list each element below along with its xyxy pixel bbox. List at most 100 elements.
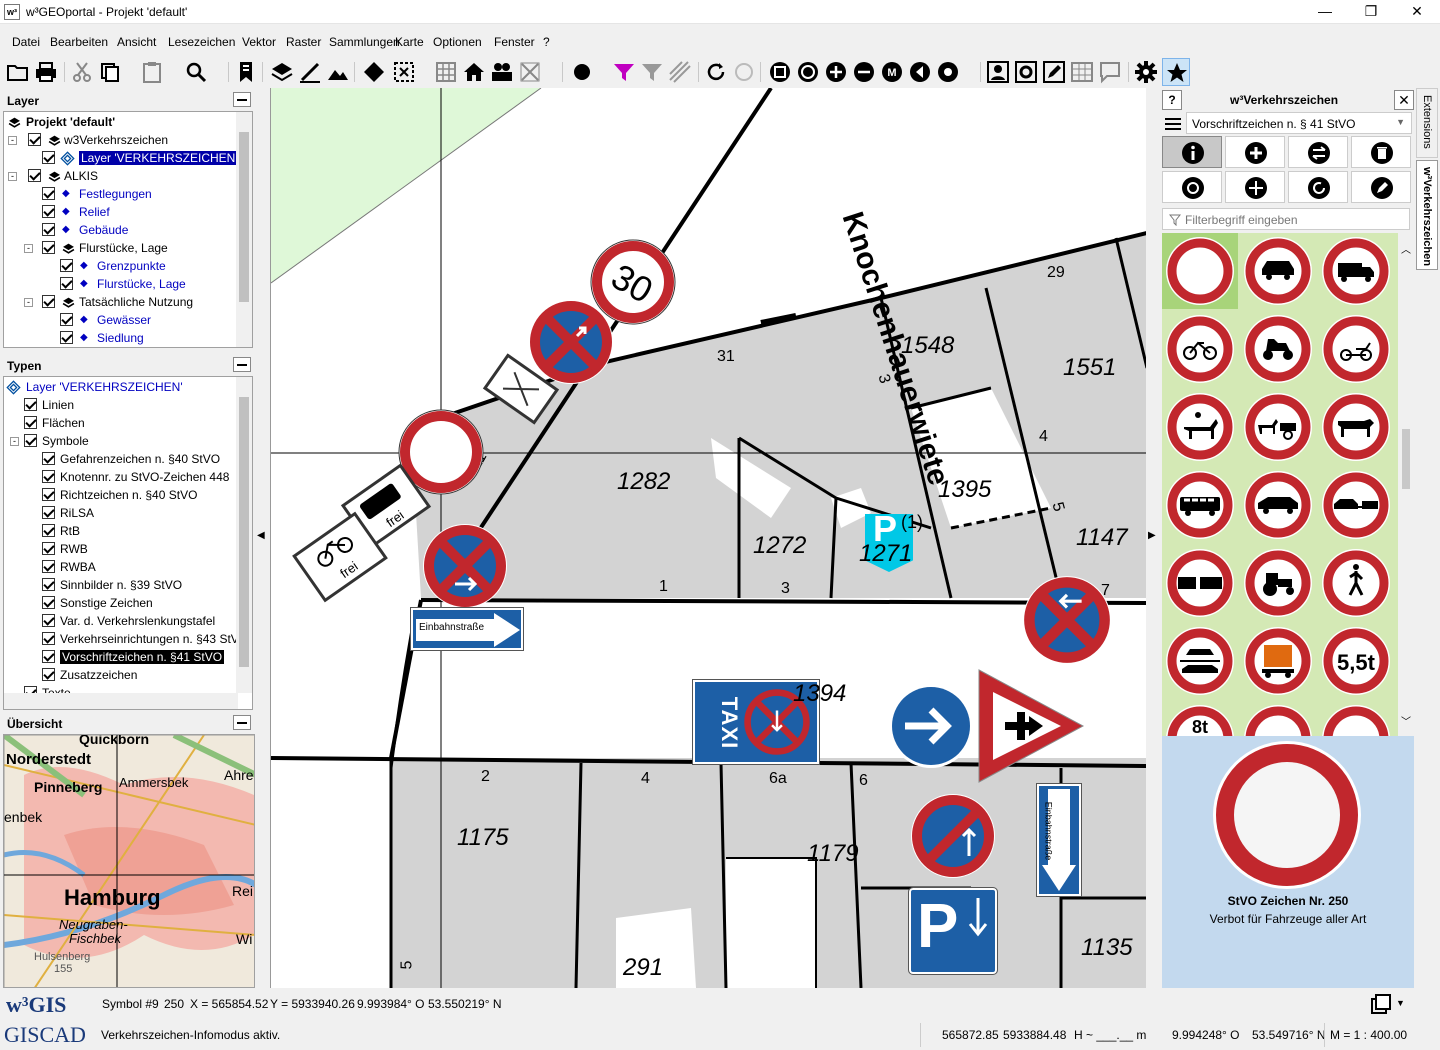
terrain-icon[interactable] (326, 60, 350, 84)
tab-w3verkehrszeichen[interactable]: w³Verkehrszeichen (1416, 160, 1438, 270)
info-mode-button[interactable] (1162, 136, 1222, 168)
sign-no-truck-trailers[interactable] (1164, 547, 1236, 619)
types-item-rilsa[interactable]: RiLSA (42, 504, 94, 522)
chevron-down-icon[interactable]: ▼ (1396, 998, 1405, 1008)
types-item-knotennr[interactable]: Knotennr. zu StVO-Zeichen 448 (42, 468, 229, 486)
search-icon[interactable] (184, 60, 208, 84)
sign-weight-limit-8t[interactable]: 8t (1164, 703, 1236, 736)
sign-no-trucks[interactable] (1320, 235, 1392, 307)
swap-button[interactable] (1288, 136, 1348, 168)
person-icon[interactable] (986, 60, 1010, 84)
no-trucks-symbol-sign[interactable] (476, 344, 566, 434)
one-way-vertical-sign[interactable]: Einbahnstraße (1036, 783, 1082, 897)
back-icon[interactable] (908, 60, 932, 84)
tree-item-grenzpunkte[interactable]: ◆ Grenzpunkte (60, 257, 166, 275)
menu-help[interactable]: ? (543, 35, 550, 49)
tree-item-alkis[interactable]: - ALKIS (8, 167, 98, 185)
layer-panel-minimize-button[interactable] (233, 92, 251, 107)
add-sign-button[interactable] (1225, 136, 1285, 168)
table-icon[interactable] (1070, 60, 1094, 84)
vector-diamond-icon[interactable] (362, 60, 386, 84)
copy-icon[interactable] (98, 60, 122, 84)
types-item-sonstige[interactable]: Sonstige Zeichen (42, 594, 153, 612)
tree-item-layer-verkehrszeichen[interactable]: Layer 'VERKEHRSZEICHEN' (42, 149, 240, 167)
sign-weight-limit-5-5t[interactable]: 5,5t (1320, 625, 1392, 697)
zoom-in-icon[interactable] (824, 60, 848, 84)
tree-item-relief[interactable]: ◆ Relief (42, 203, 110, 221)
tree-item-tatsaechliche-nutzung[interactable]: - Tatsächliche Nutzung (24, 293, 193, 311)
panel-close-button[interactable]: ✕ (1394, 90, 1414, 110)
sign-no-cars[interactable] (1242, 235, 1314, 307)
cut-icon[interactable] (70, 60, 94, 84)
minimize-button[interactable]: — (1302, 0, 1348, 24)
no-stopping-arrow-sign[interactable] (421, 522, 509, 610)
edit-sign-button[interactable] (1351, 171, 1411, 203)
sign-no-passenger-cars[interactable] (1242, 469, 1314, 541)
sign-no-mopeds[interactable] (1320, 313, 1392, 385)
types-tree-scrollbar[interactable] (236, 377, 252, 693)
sign-no-motor-vehicles[interactable] (1164, 625, 1236, 697)
types-item-symbole[interactable]: - Symbole (10, 432, 89, 450)
sign-gallery-scrollbar[interactable]: ︿ ﹀ (1398, 233, 1414, 736)
parking-sign[interactable]: P (908, 887, 998, 975)
sign-no-dangerous-goods[interactable] (1242, 625, 1314, 697)
pan-icon[interactable] (936, 60, 960, 84)
filter-icon[interactable] (640, 60, 664, 84)
point-icon[interactable] (570, 60, 594, 84)
scroll-down-icon[interactable]: ﹀ (1401, 713, 1411, 728)
no-stopping-left-sign[interactable] (1021, 574, 1113, 666)
tree-item-festlegungen[interactable]: ◆ Festlegungen (42, 185, 152, 203)
open-folder-icon[interactable] (6, 60, 30, 84)
menu-optionen[interactable]: Optionen (433, 35, 482, 49)
types-item-verkehrslenkungstafel[interactable]: Var. d. Verkehrslenkungstafel (42, 612, 215, 630)
menu-bearbeiten[interactable]: Bearbeiten (50, 35, 108, 49)
select-sign-button[interactable] (1162, 171, 1222, 203)
bookmark-icon[interactable] (234, 60, 258, 84)
sign-no-tractors[interactable] (1242, 547, 1314, 619)
maximize-button[interactable]: ❐ (1348, 0, 1394, 24)
settings-gear-icon[interactable] (1134, 60, 1158, 84)
right-splitter-arrow-icon[interactable]: ▶ (1148, 530, 1156, 541)
priority-warning-sign[interactable] (971, 666, 1089, 788)
left-splitter-arrow-icon[interactable]: ◀ (257, 530, 265, 541)
types-item-rwb[interactable]: RWB (42, 540, 88, 558)
tree-item-project[interactable]: Projekt 'default' (8, 113, 115, 131)
close-button[interactable]: ✕ (1394, 0, 1440, 24)
measure-icon[interactable]: M (880, 60, 904, 84)
hamburger-menu-icon[interactable] (1164, 116, 1182, 132)
types-tree-hscrollbar[interactable] (4, 693, 238, 709)
filter-color-icon[interactable] (612, 60, 636, 84)
hatch-icon[interactable] (668, 60, 692, 84)
tree-item-gewaesser[interactable]: ◆ Gewässer (60, 311, 151, 329)
tab-extensions[interactable]: Extensions (1416, 88, 1438, 158)
mandatory-right-sign[interactable] (887, 682, 975, 770)
bike-frei-sign[interactable]: frei (285, 502, 395, 612)
layer-tree-scrollbar[interactable] (236, 112, 252, 347)
edit-icon[interactable] (1042, 60, 1066, 84)
types-item-rwba[interactable]: RWBA (42, 558, 96, 576)
menu-fenster[interactable]: Fenster (494, 35, 535, 49)
category-dropdown[interactable]: Vorschriftzeichen n. § 41 StVO ▼ (1186, 112, 1412, 134)
move-sign-button[interactable] (1225, 171, 1285, 203)
home-icon[interactable] (462, 60, 486, 84)
favorites-button[interactable] (1162, 58, 1190, 86)
sign-no-bicycles[interactable] (1164, 313, 1236, 385)
overview-panel-minimize-button[interactable] (233, 715, 251, 730)
sign-next-1[interactable] (1242, 703, 1314, 736)
rotate-sign-button[interactable] (1288, 171, 1348, 203)
types-item-gefahrenzeichen[interactable]: Gefahrenzeichen n. §40 StVO (42, 450, 220, 468)
types-item-vorschriftzeichen[interactable]: Vorschriftzeichen n. §41 StVO (42, 648, 225, 666)
sign-250-no-vehicles[interactable] (1164, 235, 1236, 307)
scroll-up-icon[interactable]: ︿ (1401, 241, 1411, 256)
windows-layout-icon[interactable] (1370, 993, 1392, 1015)
zoom-full-icon[interactable] (768, 60, 792, 84)
status-scale[interactable]: M = 1 : 400.00 (1330, 1028, 1407, 1042)
help-button[interactable]: ? (1162, 90, 1182, 110)
zoom-previous-icon[interactable] (796, 60, 820, 84)
types-item-rtb[interactable]: RtB (42, 522, 80, 540)
sign-no-trailers[interactable] (1320, 469, 1392, 541)
tree-item-siedlung[interactable]: ◆ Siedlung (60, 329, 144, 347)
sign-no-pedestrians[interactable] (1320, 547, 1392, 619)
paste-icon[interactable] (140, 60, 164, 84)
stop-icon[interactable] (732, 60, 756, 84)
